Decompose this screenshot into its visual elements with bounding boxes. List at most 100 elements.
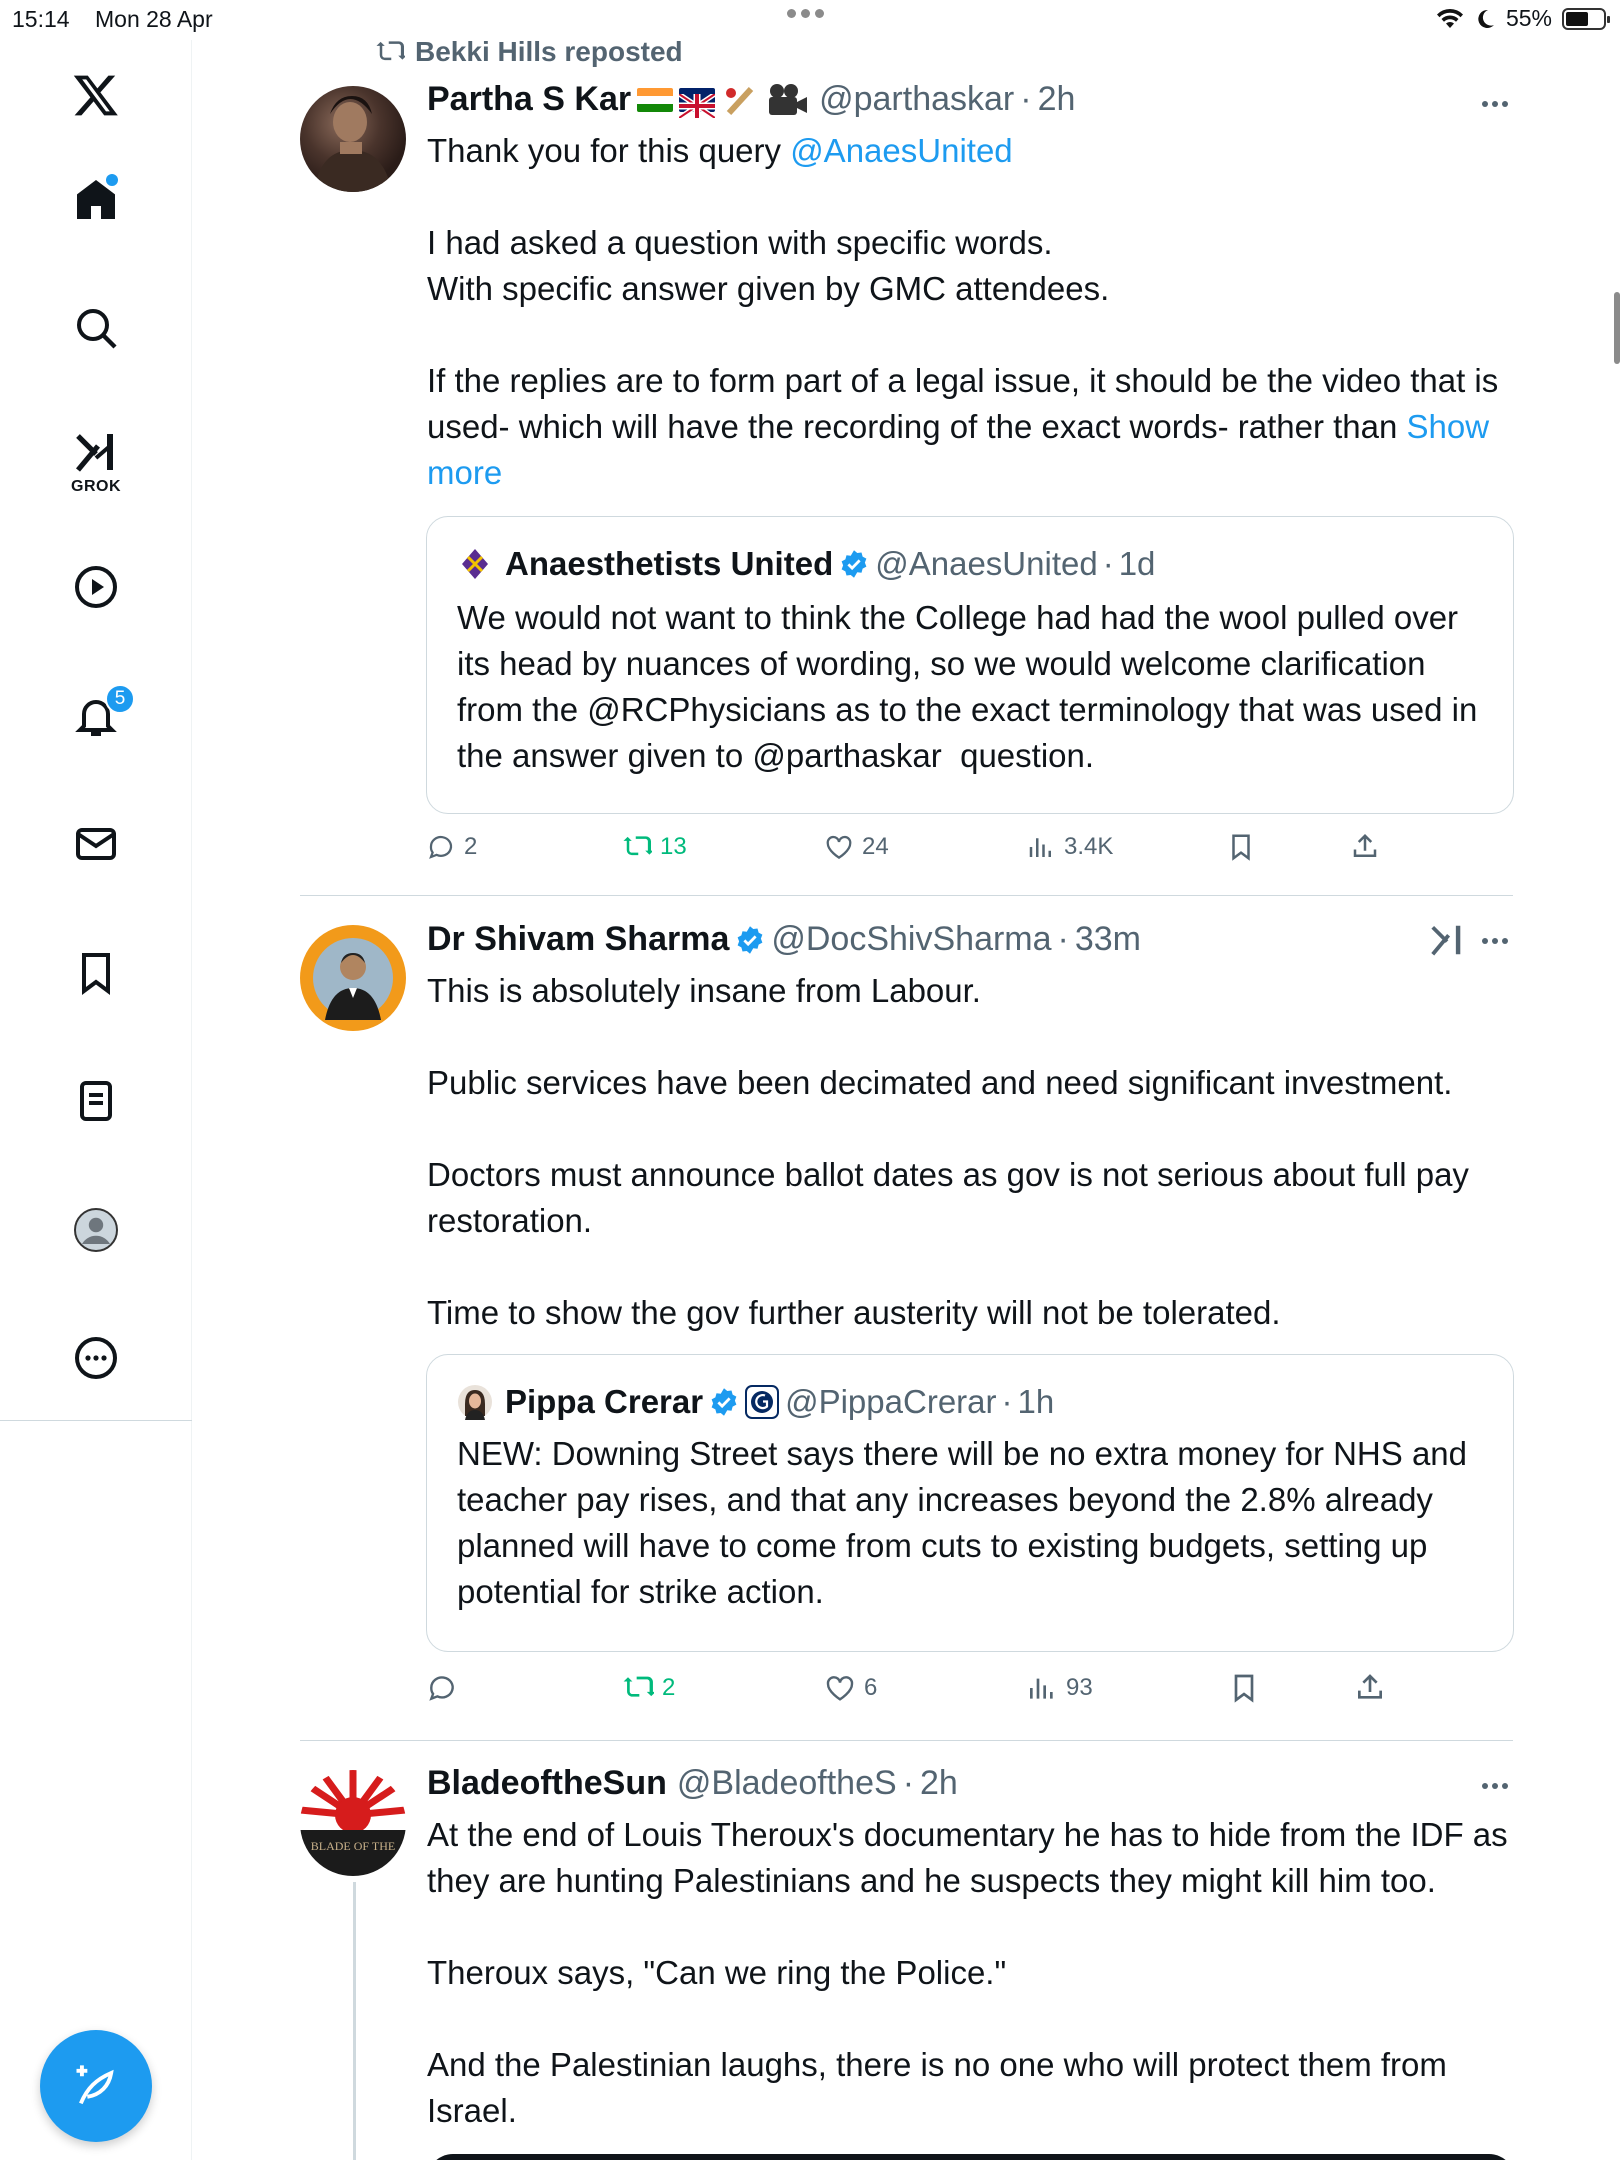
thread-connector-line <box>353 1882 356 2160</box>
repost-icon <box>376 41 405 61</box>
share-button[interactable] <box>1354 1672 1386 1704</box>
tweet-header: Dr Shivam Sharma @DocShivSharma · 33m <box>427 920 1141 959</box>
anaesthetists-united-avatar-icon <box>458 547 492 581</box>
avatar-partha-s-kar[interactable] <box>300 86 406 192</box>
quote-author-name[interactable]: Anaesthetists United <box>505 545 833 583</box>
verified-badge-icon <box>711 1388 737 1416</box>
battery-percent: 55% <box>1505 5 1552 31</box>
quoted-tweet-anaesthetists-united[interactable]: Anaesthetists United @AnaesUnited · 1d W… <box>426 516 1514 814</box>
avatar-text: BLADE OF THE <box>311 1839 395 1853</box>
repost-button[interactable]: 13 <box>622 832 687 862</box>
compose-feather-icon <box>76 2065 114 2105</box>
media-preview-card[interactable] <box>427 2154 1515 2160</box>
share-icon <box>1358 1674 1382 1699</box>
quote-author-handle[interactable]: @PippaCrerar <box>785 1383 996 1421</box>
status-time: 15:14 <box>12 6 70 32</box>
views-chart-icon <box>1029 838 1051 857</box>
messages-envelope-icon[interactable] <box>64 812 128 876</box>
heart-icon <box>826 835 852 859</box>
author-handle[interactable]: @BladeoftheS <box>677 1764 897 1803</box>
dot-separator: · <box>902 1764 915 1802</box>
more-options-icon[interactable] <box>64 1326 128 1390</box>
india-flag-icon <box>637 87 674 112</box>
views-chart-icon <box>1030 1678 1053 1699</box>
grok-explain-icon[interactable] <box>1428 921 1466 959</box>
dot-separator: · <box>1001 1383 1013 1420</box>
video-play-icon[interactable] <box>64 555 128 619</box>
grok-icon[interactable] <box>64 420 128 484</box>
mention-link[interactable]: @AnaesUnited <box>790 132 1012 169</box>
tweet-more-icon[interactable] <box>1482 938 1508 944</box>
quote-header: Pippa Crerar @PippaCrerar · 1h <box>457 1383 1054 1421</box>
repost-button[interactable]: 2 <box>622 1672 675 1704</box>
view-count: 3.4K <box>1064 833 1114 860</box>
dot-separator: · <box>1057 920 1069 958</box>
share-button[interactable] <box>1350 832 1380 862</box>
like-button[interactable]: 6 <box>824 1672 877 1704</box>
tweet-text: Thank you for this query @AnaesUnited <box>427 128 1517 174</box>
repost-count: 2 <box>662 1674 676 1701</box>
do-not-disturb-moon-icon <box>1478 9 1494 28</box>
reply-button[interactable]: 2 <box>426 832 477 862</box>
x-app-screen: 15:14 Mon 28 Apr 55% GROK 5 Bekki Hills … <box>0 0 1620 2160</box>
tweet-body-text: I had asked a question with specific wor… <box>427 224 1499 445</box>
multitasking-dots-icon[interactable] <box>787 9 824 18</box>
tweet-time[interactable]: 2h <box>920 1764 958 1803</box>
tweet-time[interactable]: 2h <box>1038 80 1076 119</box>
home-icon[interactable] <box>64 167 128 231</box>
quote-author-name[interactable]: Pippa Crerar <box>505 1383 703 1421</box>
search-icon[interactable] <box>64 296 128 360</box>
author-name[interactable]: Partha S Kar <box>427 80 631 119</box>
like-button[interactable]: 24 <box>824 832 889 862</box>
status-date: Mon 28 Apr <box>95 6 213 32</box>
views-button[interactable]: 3.4K <box>1026 832 1113 862</box>
compose-post-button[interactable] <box>40 2030 152 2142</box>
status-indicators: 55% <box>1436 5 1610 32</box>
quote-author-handle[interactable]: @AnaesUnited <box>875 545 1097 583</box>
tweet-text: This is absolutely insane from Labour. P… <box>427 972 1469 1331</box>
avatar-blade-of-the-sun[interactable]: BLADE OF THE <box>300 1770 406 1876</box>
author-name[interactable]: Dr Shivam Sharma <box>427 920 729 959</box>
timeline-feed: Bekki Hills reposted Partha S Kar @parth… <box>193 36 1515 2160</box>
views-button[interactable]: 93 <box>1026 1672 1093 1704</box>
sidebar-divider <box>0 1420 192 1421</box>
movie-camera-icon <box>769 83 808 115</box>
uk-flag-icon <box>677 87 717 120</box>
profile-avatar-icon[interactable] <box>64 1198 128 1262</box>
like-count: 24 <box>862 833 889 860</box>
wifi-icon <box>1436 8 1463 28</box>
grok-label: GROK <box>71 478 121 495</box>
bookmarks-icon[interactable] <box>64 941 128 1005</box>
bookmark-button[interactable] <box>1228 1672 1260 1704</box>
avatar-dr-shivam-sharma[interactable] <box>300 925 406 1031</box>
tweet-body: I had asked a question with specific wor… <box>427 220 1517 496</box>
repost-context: Bekki Hills reposted <box>375 36 683 68</box>
dot-separator: · <box>1102 545 1114 582</box>
reply-icon <box>429 835 453 859</box>
dot-separator: · <box>1020 80 1032 118</box>
lists-icon[interactable] <box>64 1069 128 1133</box>
quote-time[interactable]: 1d <box>1119 545 1156 583</box>
reply-count: 2 <box>464 833 478 860</box>
tweet-more-icon[interactable] <box>1482 1783 1508 1789</box>
bookmark-button[interactable] <box>1226 832 1256 862</box>
home-unread-dot <box>106 174 118 186</box>
sidebar-nav: GROK 5 <box>0 40 192 2160</box>
feed-scrollbar[interactable] <box>1614 292 1620 364</box>
author-handle[interactable]: @DocShivSharma <box>771 920 1051 959</box>
like-count: 6 <box>864 1674 878 1701</box>
quoted-tweet-pippa-crerar[interactable]: Pippa Crerar @PippaCrerar · 1h NEW: Down… <box>426 1354 1514 1652</box>
author-name[interactable]: BladeoftheSun <box>427 1764 667 1803</box>
quote-text: We would not want to think the College h… <box>457 599 1487 774</box>
quote-time[interactable]: 1h <box>1018 1383 1055 1421</box>
cricket-icon <box>726 86 754 115</box>
tweet-more-icon[interactable] <box>1482 101 1508 107</box>
view-count: 93 <box>1066 1674 1093 1701</box>
author-handle[interactable]: @parthaskar <box>819 80 1014 119</box>
ios-status-bar: 15:14 Mon 28 Apr 55% <box>0 0 1620 40</box>
tweet-actions: 2 13 24 3.4K <box>426 832 1426 872</box>
reply-button[interactable] <box>426 1672 466 1704</box>
tweet-time[interactable]: 33m <box>1075 920 1141 959</box>
heart-icon <box>826 1676 854 1701</box>
x-logo-icon[interactable] <box>64 63 128 127</box>
